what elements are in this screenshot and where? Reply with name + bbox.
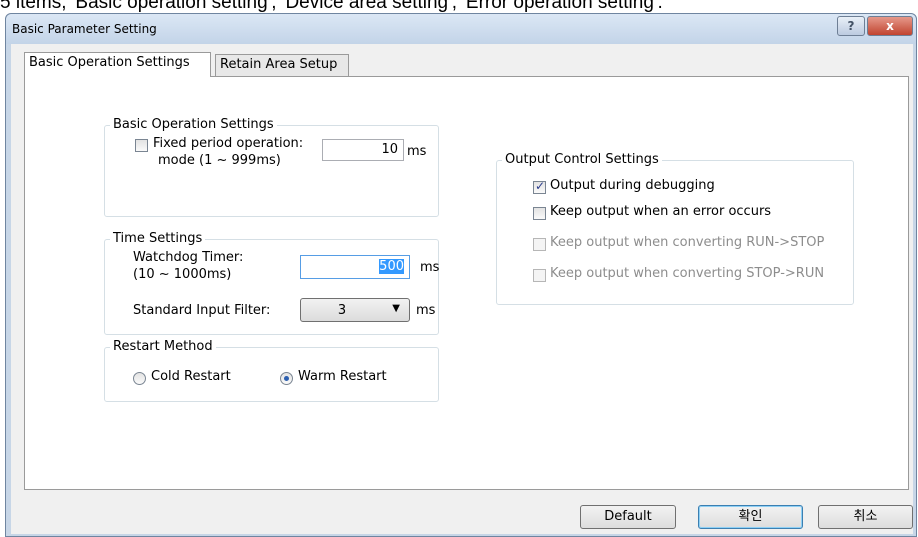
input-filter-label: Standard Input Filter: [133, 303, 271, 318]
input-filter-dropdown[interactable]: 3 ▼ [300, 298, 410, 322]
dialog-client: Basic Operation Settings Retain Area Set… [11, 44, 913, 534]
default-button[interactable]: Default [580, 505, 676, 529]
tab-panel: Basic Operation Settings Fixed period op… [24, 76, 909, 490]
check-icon: ✓ [535, 179, 546, 193]
keep-output-run-stop-checkbox [533, 238, 546, 251]
caption-text: 5 items, 'Basic operation setting', 'Dev… [0, 0, 663, 13]
keep-output-run-stop-label: Keep output when converting RUN->STOP [550, 235, 825, 250]
input-filter-value: 3 [337, 303, 347, 318]
cancel-button[interactable]: 취소 [818, 505, 913, 529]
keep-output-error-label[interactable]: Keep output when an error occurs [550, 204, 771, 219]
warm-restart-label[interactable]: Warm Restart [298, 369, 387, 384]
keep-output-stop-run-checkbox [533, 269, 546, 282]
watchdog-unit: ms [420, 260, 440, 275]
input-filter-unit: ms [416, 303, 436, 318]
watchdog-value: 500 [379, 259, 404, 274]
fixed-period-checkbox[interactable] [135, 139, 148, 152]
tab-retain-area-setup[interactable]: Retain Area Setup [215, 54, 349, 76]
output-control-legend: Output Control Settings [502, 152, 662, 167]
fixed-period-value: 10 [381, 142, 398, 157]
restart-method-legend: Restart Method [110, 339, 216, 354]
restart-method-group: Restart Method Cold Restart Warm Restart [104, 339, 439, 402]
dialog-window: Basic Parameter Setting ? x Basic Operat… [5, 13, 917, 537]
title-bar[interactable]: Basic Parameter Setting ? x [6, 14, 916, 44]
time-settings-legend: Time Settings [110, 231, 206, 246]
chevron-down-icon: ▼ [392, 303, 400, 314]
watchdog-range-label: (10 ~ 1000ms) [133, 267, 232, 282]
watchdog-timer-input[interactable]: 500 [300, 255, 410, 279]
window-title: Basic Parameter Setting [12, 22, 157, 36]
radio-selected-dot [284, 376, 289, 381]
watchdog-timer-label: Watchdog Timer: [133, 250, 244, 265]
fixed-period-input[interactable]: 10 [322, 139, 404, 161]
cold-restart-radio[interactable] [133, 372, 146, 385]
output-debugging-label[interactable]: Output during debugging [550, 178, 715, 193]
close-button[interactable]: x [867, 16, 913, 36]
basic-operation-group: Basic Operation Settings Fixed period op… [104, 117, 439, 217]
output-debugging-checkbox[interactable]: ✓ [533, 179, 546, 194]
question-icon: ? [847, 19, 855, 33]
ok-button[interactable]: 확인 [698, 505, 803, 529]
time-settings-group: Time Settings Watchdog Timer: (10 ~ 1000… [104, 231, 440, 335]
keep-output-error-checkbox[interactable] [533, 207, 546, 220]
fixed-period-label: Fixed period operation: [153, 136, 304, 151]
fixed-period-range-label: mode (1 ~ 999ms) [158, 153, 281, 168]
fixed-period-unit: ms [407, 144, 427, 159]
tab-basic-operation-settings[interactable]: Basic Operation Settings [24, 52, 211, 77]
output-control-group: Output Control Settings ✓ Output during … [496, 152, 854, 305]
basic-operation-legend: Basic Operation Settings [110, 117, 277, 132]
help-button[interactable]: ? [837, 16, 865, 36]
keep-output-stop-run-label: Keep output when converting STOP->RUN [550, 266, 825, 281]
warm-restart-radio[interactable] [280, 372, 293, 385]
cold-restart-label[interactable]: Cold Restart [151, 369, 231, 384]
close-icon: x [886, 19, 894, 33]
